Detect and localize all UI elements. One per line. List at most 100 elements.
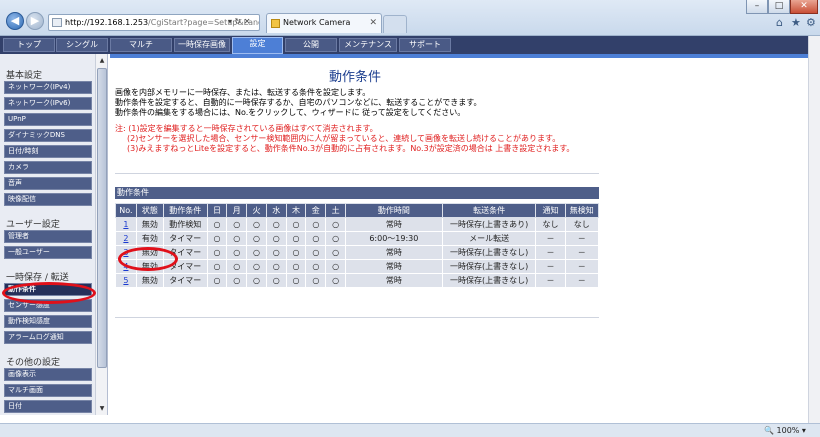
nav-tab[interactable]: サポート [399,38,451,52]
sidebar-scrollbar[interactable]: ▲ ▼ [95,54,107,415]
table-cell: 一時保存(上書きなし) [441,273,537,288]
table-cell: なし [535,217,566,232]
note-line: (3)みえますねっとLiteを設定すると、動作条件No.3が自動的に占有されます… [127,144,575,153]
table-cell: ○ [325,273,346,288]
sidebar-item[interactable]: 日付 [4,400,92,413]
table-cell: なし [564,217,600,232]
back-button[interactable]: ◀ [6,12,24,30]
browser-toolbar: ◀ ▶ http://192.168.1.253/CgiStart?page=S… [0,0,820,36]
table-cell: ○ [206,217,228,232]
table-cell: － [564,231,600,246]
intro-text: 画像を内部メモリーに一時保存、または、転送する条件を設定します。 動作条件を設定す… [115,88,600,118]
table-cell: ○ [305,259,327,274]
new-tab-button[interactable] [383,15,407,33]
table-cell: ○ [325,231,346,246]
table-cell: 一時保存(上書きあり) [441,217,537,232]
table-cell: ○ [246,245,267,260]
table-cell: － [535,273,566,288]
sidebar-item[interactable]: 一般ユーザー [4,246,92,259]
sidebar-heading: 基本設定 [6,71,43,81]
sidebar-item[interactable]: カメラ [4,161,92,174]
table-row: 2 有効 タイマー ○ ○ ○ ○ ○ ○ ○ 6:00～19:30 メール転送－－ [115,231,600,246]
close-window-button[interactable]: ✕ [790,0,818,14]
nav-tab[interactable]: マルチ [110,38,172,52]
intro-line: 動作条件を設定すると、自動的に一時保存するか、自宅のパソコンなどに、転送すること… [115,98,482,107]
sidebar-item[interactable]: 音声 [4,177,92,190]
highlight-oval-row3 [118,247,178,271]
sidebar-item[interactable]: 画像表示 [4,368,92,381]
column-header: 火 [246,203,267,218]
table-cell: － [535,259,566,274]
table-cell: ○ [265,231,287,246]
sidebar-item[interactable]: 動作検知感度 [4,315,92,328]
column-header: 状態 [135,203,164,218]
divider [115,317,599,318]
nav-tab[interactable]: メンテナンス [339,38,397,52]
table-cell: ○ [246,231,267,246]
page-scrollbar[interactable] [808,36,820,423]
gear-icon[interactable]: ⚙ [806,16,816,29]
nav-tab[interactable]: 設定 [232,37,283,54]
sidebar-item[interactable]: 管理者 [4,230,92,243]
condition-number-link[interactable]: 2 [123,234,128,243]
table-cell: ○ [325,259,346,274]
table-cell: ○ [305,217,327,232]
note-line: (2)センサーを選択した場合、センサー検知範囲内に人が留まっていると、連続して画… [127,134,561,143]
top-navigation: トップ シングル マルチ 一時保存画像 設定 公開 メンテナンス サポート [0,36,808,54]
condition-number-link[interactable]: 1 [123,220,128,229]
sidebar-heading: その他の設定 [6,358,61,368]
table-row: 3 無効 タイマー ○ ○ ○ ○ ○ ○ ○ 常時 一時保存(上書きなし) －－ [115,245,600,260]
sidebar-item[interactable]: ネットワーク(IPv4) [4,81,92,94]
table-row: 1 無効 動作検知 ○ ○ ○ ○ ○ ○ ○ 常時 一時保存(上書きあり) なし なし [115,217,600,232]
favorites-star-icon[interactable]: ★ [791,16,801,29]
sidebar-item[interactable]: 日付/時刻 [4,145,92,158]
table-cell: 常時 [344,217,443,232]
table-cell: 常時 [344,273,443,288]
sidebar-item[interactable]: 映像配信 [4,193,92,206]
minimize-button[interactable]: – [746,0,768,14]
divider [115,173,599,174]
home-icon[interactable]: ⌂ [776,16,783,29]
table-cell: 動作検知 [162,217,208,232]
scrollbar-thumb[interactable] [97,68,107,368]
nav-tab[interactable]: トップ [3,38,55,52]
browser-tab[interactable]: Network Camera ✕ [266,13,382,33]
nav-tab[interactable]: シングル [56,38,108,52]
sidebar-item[interactable]: マルチ画面 [4,384,92,397]
table-cell: ○ [226,231,248,246]
column-header: 月 [226,203,248,218]
table-cell: ○ [305,245,327,260]
table-cell: 常時 [344,245,443,260]
address-host: http://192.168.1.253 [65,18,149,27]
forward-button[interactable]: ▶ [26,12,44,30]
table-cell: ○ [285,273,307,288]
table-cell: ○ [226,217,248,232]
zoom-level[interactable]: 🔍 100% ▾ [764,424,806,437]
sidebar-item[interactable]: ダイナミックDNS [4,129,92,142]
table-cell: ○ [325,217,346,232]
nav-tab[interactable]: 一時保存画像 [174,38,230,52]
intro-line: 画像を内部メモリーに一時保存、または、転送する条件を設定します。 [115,88,371,97]
maximize-button[interactable]: □ [768,0,790,14]
address-controls[interactable]: ▾ ↻ ✕ [228,14,251,29]
table-cell: ○ [265,217,287,232]
sidebar-item[interactable]: UPnP [4,113,92,126]
scroll-up-icon[interactable]: ▲ [97,55,107,66]
table-cell: ○ [265,245,287,260]
table-cell: タイマー [162,231,208,246]
tab-close-icon[interactable]: ✕ [369,14,377,32]
column-header: 金 [305,203,327,218]
table-row: 4 無効 タイマー ○ ○ ○ ○ ○ ○ ○ 常時 一時保存(上書きなし) －－ [115,259,600,274]
scroll-down-icon[interactable]: ▼ [97,403,107,414]
camera-tab-icon [271,19,280,28]
condition-number-link[interactable]: 5 [123,276,128,285]
sidebar-item[interactable]: アラームログ通知 [4,331,92,344]
table-cell: ○ [265,259,287,274]
sidebar-item[interactable]: ネットワーク(IPv6) [4,97,92,110]
table-cell: タイマー [162,273,208,288]
column-header: 水 [265,203,287,218]
table-cell: 2 [115,231,137,246]
tab-title: Network Camera [283,18,351,27]
nav-tab[interactable]: 公開 [285,38,337,52]
table-cell: － [564,245,600,260]
